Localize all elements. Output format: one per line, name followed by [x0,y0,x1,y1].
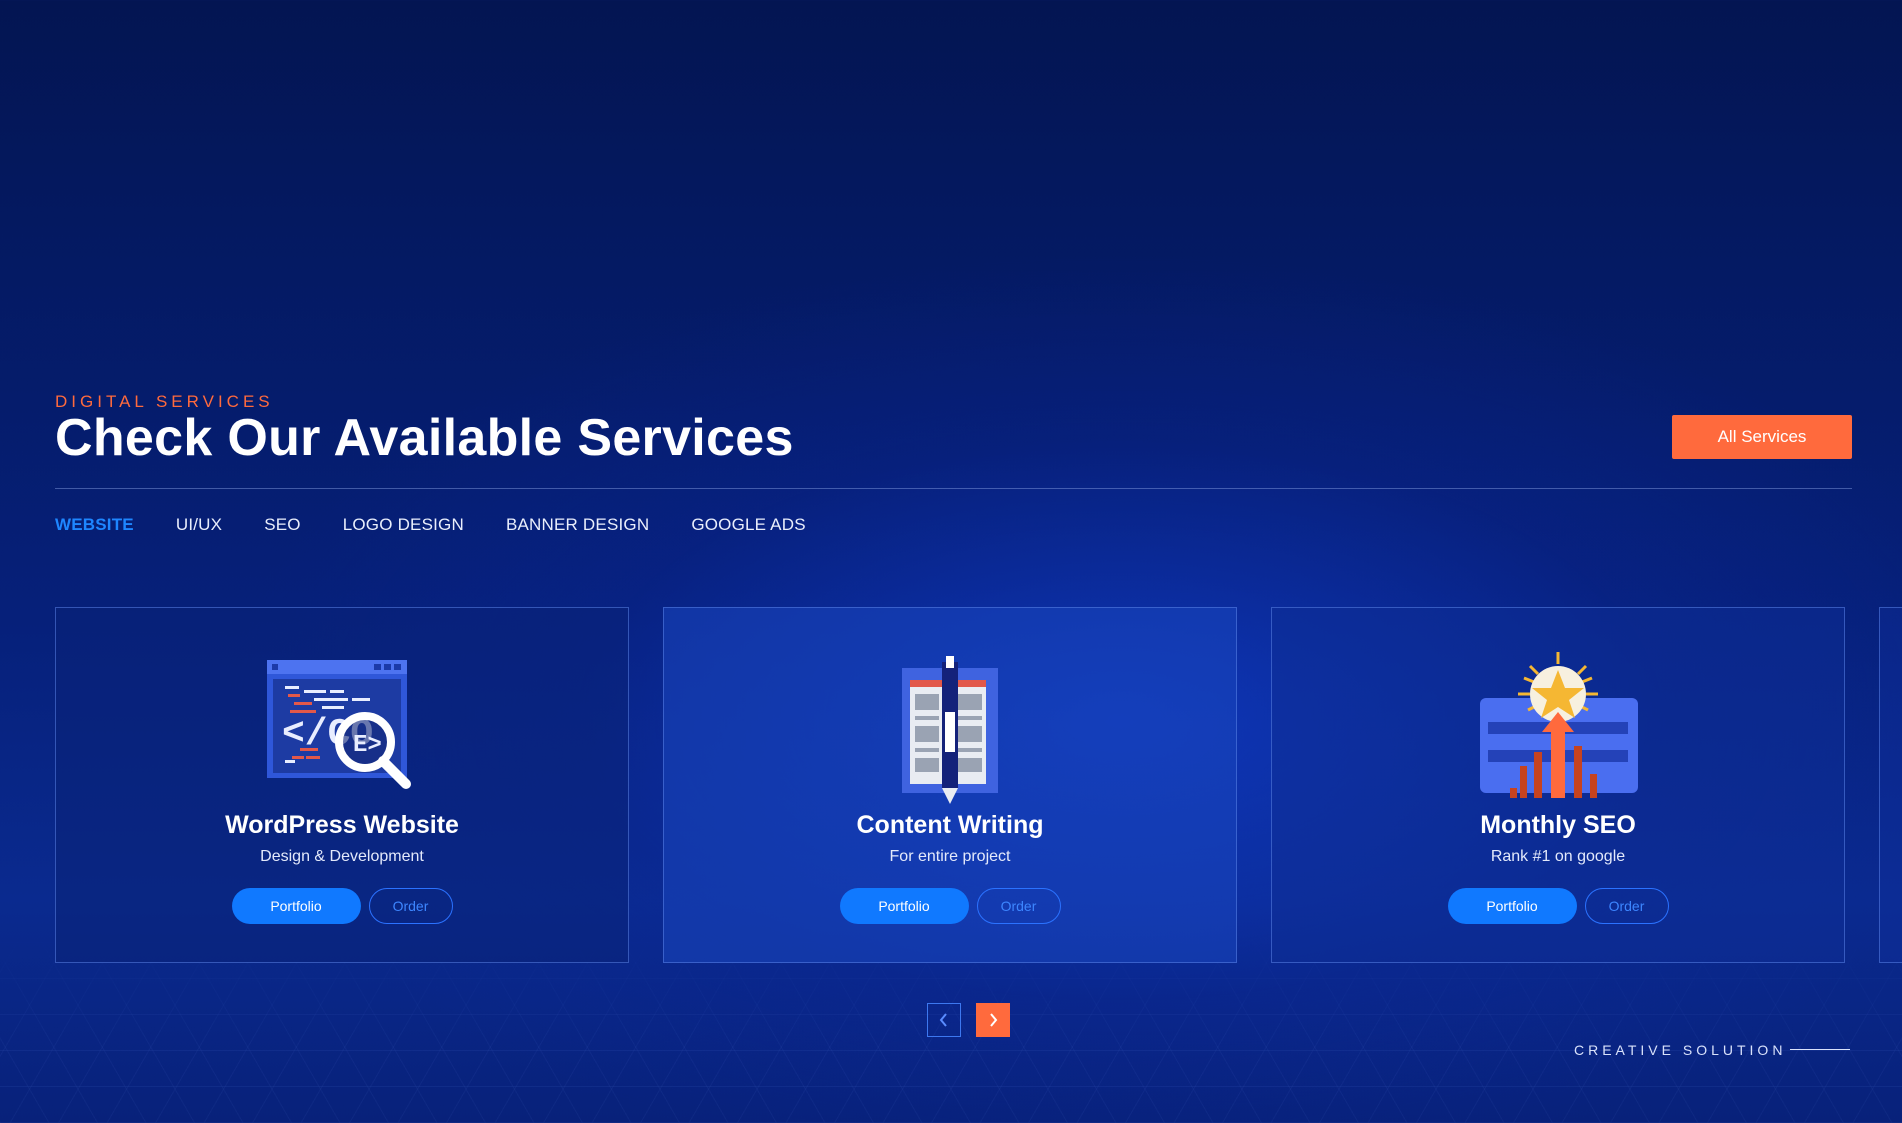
portfolio-button[interactable]: Portfolio [231,888,361,924]
page-title: Check Our Available Services [55,409,794,467]
card-subtitle: For entire project [889,848,1011,865]
card-subtitle: Design & Development [260,848,424,865]
service-card-monthly-seo: Monthly SEO Rank #1 on google Portfolio … [1271,607,1845,963]
carousel-next-button[interactable] [976,1003,1010,1037]
service-card-content-writing: Content Writing For entire project Portf… [663,607,1237,963]
tagline-line [1790,1049,1850,1050]
portfolio-button[interactable]: Portfolio [839,888,969,924]
header-divider [55,488,1852,489]
tab-ui-ux[interactable]: UI/UX [176,515,222,535]
tab-website[interactable]: WEBSITE [55,515,134,535]
order-button[interactable]: Order [368,888,453,924]
tab-google-ads[interactable]: GOOGLE ADS [691,515,805,535]
all-services-button[interactable]: All Services [1672,415,1852,459]
service-tabs: WEBSITE UI/UX SEO LOGO DESIGN BANNER DES… [55,515,848,535]
service-card-wordpress: </CO E> WordPress Website Design & Devel… [55,607,629,963]
tab-banner-design[interactable]: BANNER DESIGN [506,515,649,535]
tab-seo[interactable]: SEO [264,515,301,535]
card-subtitle: Rank #1 on google [1490,848,1626,865]
card-title: Monthly SEO [1480,811,1636,839]
code-search-icon: </CO E> [267,660,411,789]
order-button[interactable]: Order [1584,888,1669,924]
creative-solution-tagline: CREATIVE SOLUTION [1574,1042,1787,1058]
card-title: Content Writing [856,811,1044,839]
document-pen-icon [902,656,998,804]
portfolio-button[interactable]: Portfolio [1447,888,1577,924]
service-card-partial [1879,607,1902,963]
svg-text:E>: E> [353,732,382,759]
carousel-pager [927,1003,1010,1037]
card-title: WordPress Website [225,811,459,839]
carousel-prev-button[interactable] [927,1003,961,1037]
star-rank-icon [1480,652,1638,798]
order-button[interactable]: Order [976,888,1061,924]
chevron-left-icon [939,1013,947,1027]
chevron-right-icon [990,1013,998,1027]
tab-logo-design[interactable]: LOGO DESIGN [343,515,464,535]
